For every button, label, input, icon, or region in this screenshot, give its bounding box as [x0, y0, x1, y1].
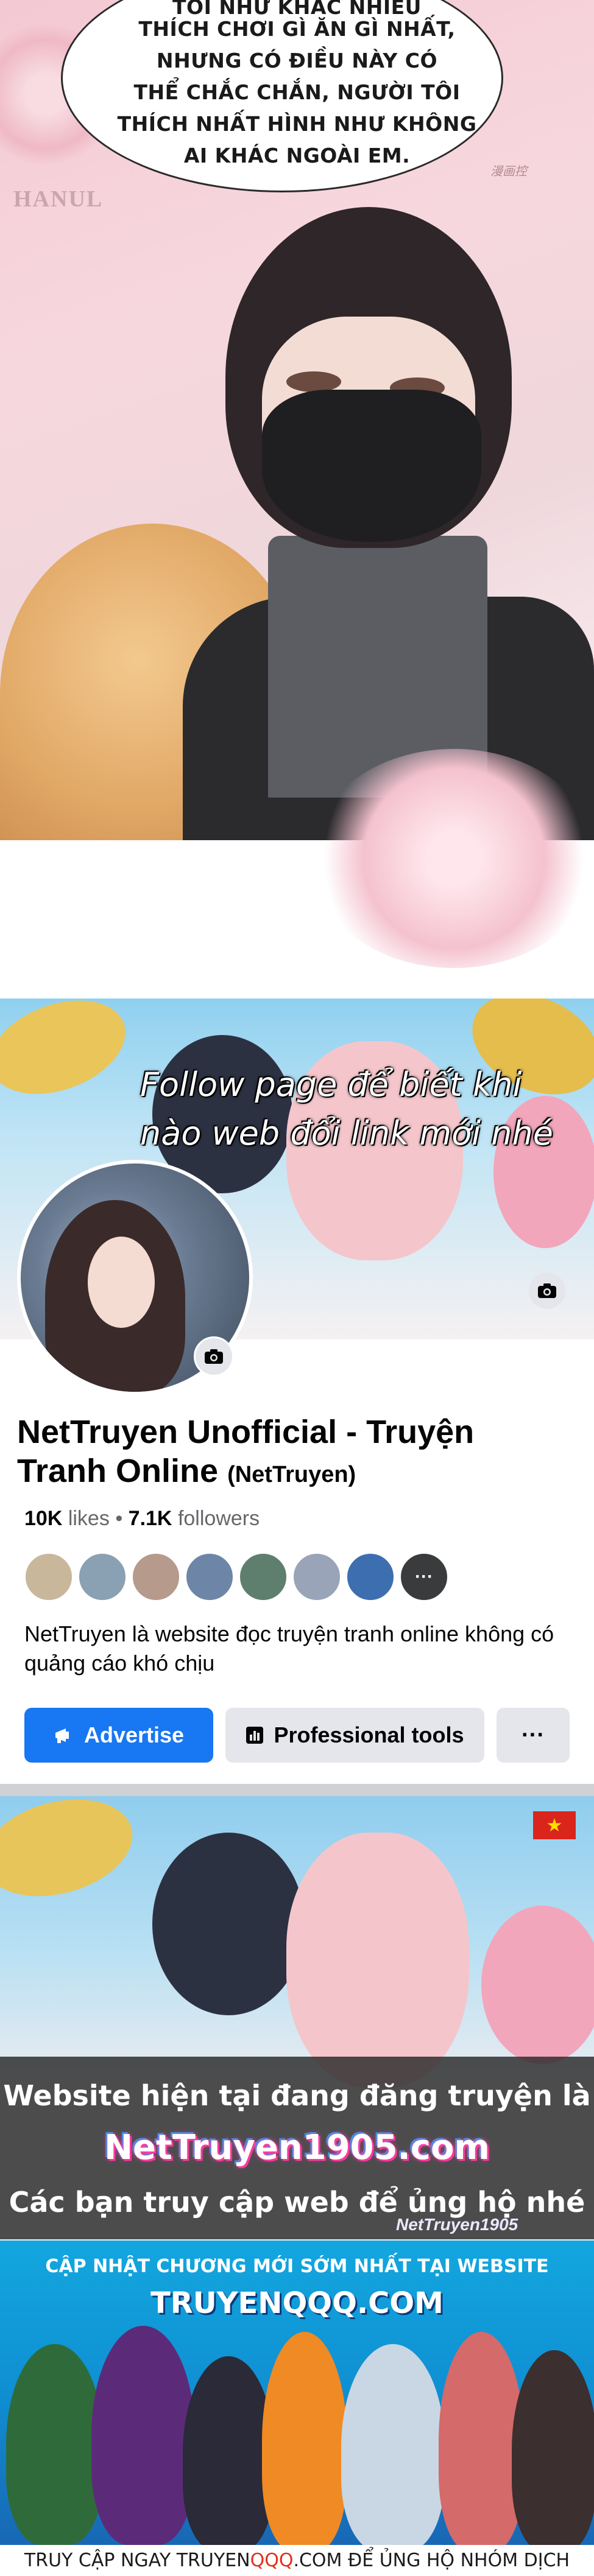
stats-separator: • — [115, 1507, 129, 1530]
character-eye-left — [286, 371, 341, 392]
more-options-button[interactable]: ··· — [497, 1708, 570, 1763]
camera-icon[interactable] — [529, 1272, 565, 1309]
speech-line: THÍCH NHẤT HÌNH NHƯ KHÔNG — [117, 112, 477, 136]
cover-caption: Follow page để biết khi — [140, 1065, 522, 1104]
ad-character — [183, 2356, 274, 2551]
page-title: NetTruyen Unofficial - Truyện Tranh Onli… — [17, 1413, 565, 1494]
banner-character-girl — [286, 1833, 469, 2088]
ad-footer-suffix: .COM ĐỂ ỦNG HỘ NHÓM DỊCH — [293, 2550, 570, 2571]
camera-icon — [538, 1283, 556, 1298]
ad-character — [341, 2344, 445, 2551]
friend-avatar[interactable] — [132, 1553, 180, 1601]
camera-icon[interactable] — [194, 1336, 234, 1377]
followers-label[interactable]: followers — [178, 1507, 260, 1530]
banner-line: Các bạn truy cập web để ủng hộ nhé — [9, 2186, 585, 2219]
chart-icon — [246, 1727, 264, 1744]
speech-line: THÍCH CHƠI GÌ ĂN GÌ NHẤT, — [138, 17, 456, 41]
friend-avatar[interactable] — [239, 1553, 288, 1601]
friend-avatar[interactable] — [292, 1553, 341, 1601]
speech-line: THỂ CHẮC CHẮN, NGƯỜI TÔI — [133, 80, 461, 104]
scanlator-logo: HANUL — [13, 186, 104, 212]
page-handle: (NetTruyen) — [227, 1462, 356, 1487]
banner-character-boy — [152, 1833, 305, 2015]
megaphone-icon — [55, 1728, 69, 1743]
followers-count[interactable]: 7.1K — [129, 1507, 172, 1530]
ad-character — [262, 2332, 347, 2551]
friend-avatar[interactable] — [24, 1553, 73, 1601]
friend-avatars: ··· — [24, 1553, 448, 1601]
blossom-decoration — [481, 1906, 594, 2064]
camera-icon — [205, 1349, 223, 1364]
section-divider — [0, 1784, 594, 1796]
cover-caption: nào web đổi link mới nhé — [140, 1114, 553, 1153]
rose-decoration — [311, 749, 594, 968]
ad-character — [6, 2344, 104, 2545]
ad-site-logo[interactable]: TRUYENQQQ.COM — [0, 2286, 594, 2320]
ad-footer-highlight: QQQ — [250, 2550, 294, 2571]
character-face-mask — [262, 390, 481, 542]
vietnam-flag-icon: ★ — [533, 1811, 576, 1839]
professional-tools-label: Professional tools — [274, 1722, 464, 1747]
site-watermark: 漫画控 — [490, 165, 527, 178]
speech-line: TÔI NHƯ KHÁC NHIỀU — [172, 0, 422, 19]
banner-line: Website hiện tại đang đăng truyện là — [3, 2079, 591, 2112]
leaf-decoration — [0, 1796, 144, 1912]
ad-headline: CẬP NHẬT CHƯƠNG MỚI SỚM NHẤT TẠI WEBSITE — [45, 2256, 549, 2277]
likes-count[interactable]: 10K — [24, 1507, 62, 1530]
leaf-decoration — [0, 998, 139, 1112]
ad-character — [91, 2326, 195, 2545]
professional-tools-button[interactable]: Professional tools — [225, 1708, 484, 1763]
banner-site-url[interactable]: NetTruyen1905.com — [0, 2128, 594, 2167]
page-stats: 10K likes • 7.1K followers — [24, 1507, 260, 1531]
page-about: NetTruyen là website đọc truyện tranh on… — [24, 1621, 554, 1676]
manga-panel: TÔI NHƯ KHÁC NHIỀU THÍCH CHƠI GÌ ĂN GÌ N… — [0, 0, 594, 998]
advertise-label: Advertise — [83, 1722, 185, 1747]
advertise-button[interactable]: Advertise — [24, 1708, 213, 1763]
banner-watermark: NetTruyen1905 — [396, 2215, 518, 2234]
speech-line: NHƯNG CÓ ĐIỀU NÀY CÓ — [156, 49, 438, 72]
ad-footer-prefix: TRUY CẬP NGAY TRUYEN — [24, 2550, 250, 2571]
friend-avatar[interactable] — [185, 1553, 234, 1601]
friend-avatar[interactable] — [346, 1553, 395, 1601]
avatar-character-face — [88, 1237, 155, 1328]
ad-character — [512, 2350, 594, 2551]
ad-character — [439, 2332, 524, 2551]
ad-footer-text[interactable]: TRUY CẬP NGAY TRUYENQQQ.COM ĐỂ ỦNG HỘ NH… — [0, 2550, 594, 2571]
friend-avatar[interactable] — [78, 1553, 127, 1601]
more-friends-button[interactable]: ··· — [400, 1553, 448, 1601]
likes-label[interactable]: likes — [68, 1507, 110, 1530]
